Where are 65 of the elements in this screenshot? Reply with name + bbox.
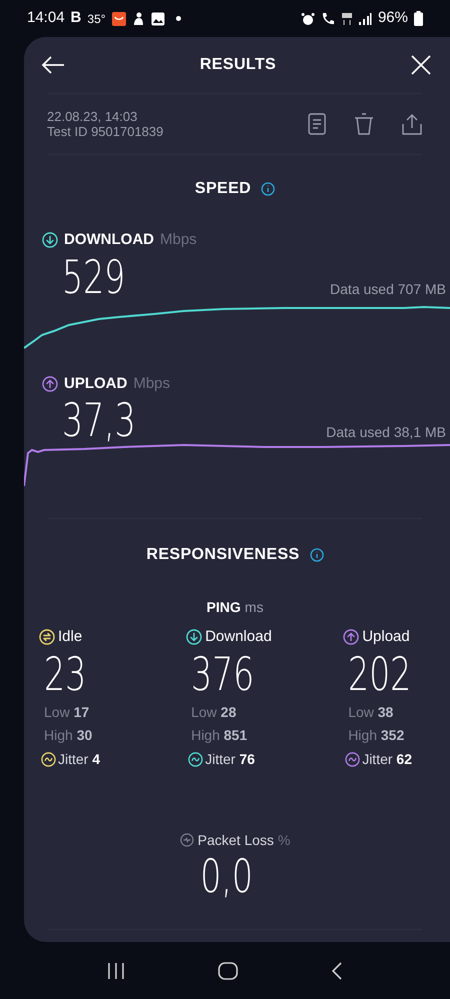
wave-circle-icon bbox=[188, 752, 204, 766]
document-button[interactable] bbox=[308, 113, 326, 135]
ping-label: PING bbox=[206, 598, 241, 617]
high-value: High 352 bbox=[348, 726, 406, 745]
recent-apps-button[interactable] bbox=[106, 962, 125, 980]
unit-label: Mbps bbox=[160, 230, 197, 250]
wave-circle-icon bbox=[41, 752, 56, 766]
status-text: B bbox=[70, 8, 82, 28]
unit-label: Mbps bbox=[133, 374, 170, 394]
jitter-value: Jitter 62 bbox=[362, 750, 412, 768]
home-icon bbox=[218, 960, 238, 980]
ping-value: 376 bbox=[191, 648, 254, 698]
packet-loss-value: 0,0 bbox=[200, 850, 254, 900]
data-used: Data used 38,1 MB bbox=[326, 423, 446, 442]
back-nav-button[interactable] bbox=[331, 960, 344, 980]
battery-icon bbox=[414, 11, 423, 26]
ping-phase-label: Upload bbox=[362, 627, 410, 647]
back-chevron-icon bbox=[331, 960, 344, 980]
packet-loss-label: Packet Loss bbox=[198, 830, 274, 850]
clock: 14:04 bbox=[27, 8, 65, 28]
info-icon bbox=[261, 182, 276, 196]
figure-icon bbox=[132, 12, 145, 26]
ping-value: 202 bbox=[348, 648, 412, 698]
speed-value: 37,3 bbox=[62, 395, 136, 445]
page-title: RESULTS bbox=[200, 55, 276, 75]
ping-phase-label: Idle bbox=[58, 627, 82, 647]
phone-icon bbox=[320, 12, 335, 26]
pulse-circle-icon bbox=[180, 833, 194, 847]
home-button[interactable] bbox=[218, 960, 238, 980]
close-button[interactable] bbox=[408, 53, 433, 77]
high-value: High 851 bbox=[191, 726, 248, 745]
shopping-bag-icon bbox=[112, 12, 126, 26]
jitter-value: Jitter 4 bbox=[58, 750, 100, 768]
test-id: Test ID 9501701839 bbox=[47, 124, 164, 139]
unit-label: % bbox=[278, 830, 290, 850]
alarm-icon bbox=[300, 12, 315, 26]
unit-label: ms bbox=[244, 598, 264, 617]
high-value: High 30 bbox=[44, 726, 94, 745]
test-date: 22.08.23, 14:03 bbox=[47, 109, 138, 124]
share-button[interactable] bbox=[402, 113, 422, 135]
wave-circle-icon bbox=[345, 752, 360, 766]
battery-percent: 96% bbox=[378, 8, 408, 28]
close-icon bbox=[410, 55, 431, 75]
metric-label: UPLOAD bbox=[64, 374, 128, 394]
speed-value: 529 bbox=[62, 252, 126, 302]
recent-apps-icon bbox=[106, 962, 125, 980]
document-icon bbox=[308, 113, 326, 135]
trash-icon bbox=[354, 113, 374, 135]
image-icon bbox=[150, 12, 165, 26]
jitter-value: Jitter 76 bbox=[205, 750, 255, 768]
metric-label: DOWNLOAD bbox=[64, 230, 154, 250]
data-used: Data used 707 MB bbox=[330, 280, 446, 298]
back-arrow-icon bbox=[41, 55, 65, 75]
section-title: SPEED bbox=[194, 179, 252, 199]
low-value: Low 38 bbox=[348, 702, 394, 722]
ping-value: 23 bbox=[44, 648, 86, 698]
info-icon bbox=[310, 548, 324, 562]
share-icon bbox=[402, 113, 422, 135]
ping-phase-label: Download bbox=[205, 627, 272, 647]
delete-button[interactable] bbox=[354, 113, 374, 135]
section-title: RESPONSIVENESS bbox=[146, 545, 300, 565]
low-value: Low 17 bbox=[44, 702, 90, 722]
status-text: 35° bbox=[87, 10, 106, 28]
signal-icon bbox=[358, 12, 372, 24]
low-value: Low 28 bbox=[191, 702, 238, 722]
